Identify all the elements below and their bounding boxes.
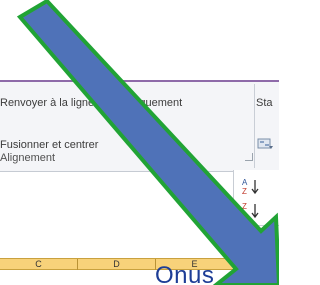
arrow-annotation-icon: [16, 0, 279, 285]
